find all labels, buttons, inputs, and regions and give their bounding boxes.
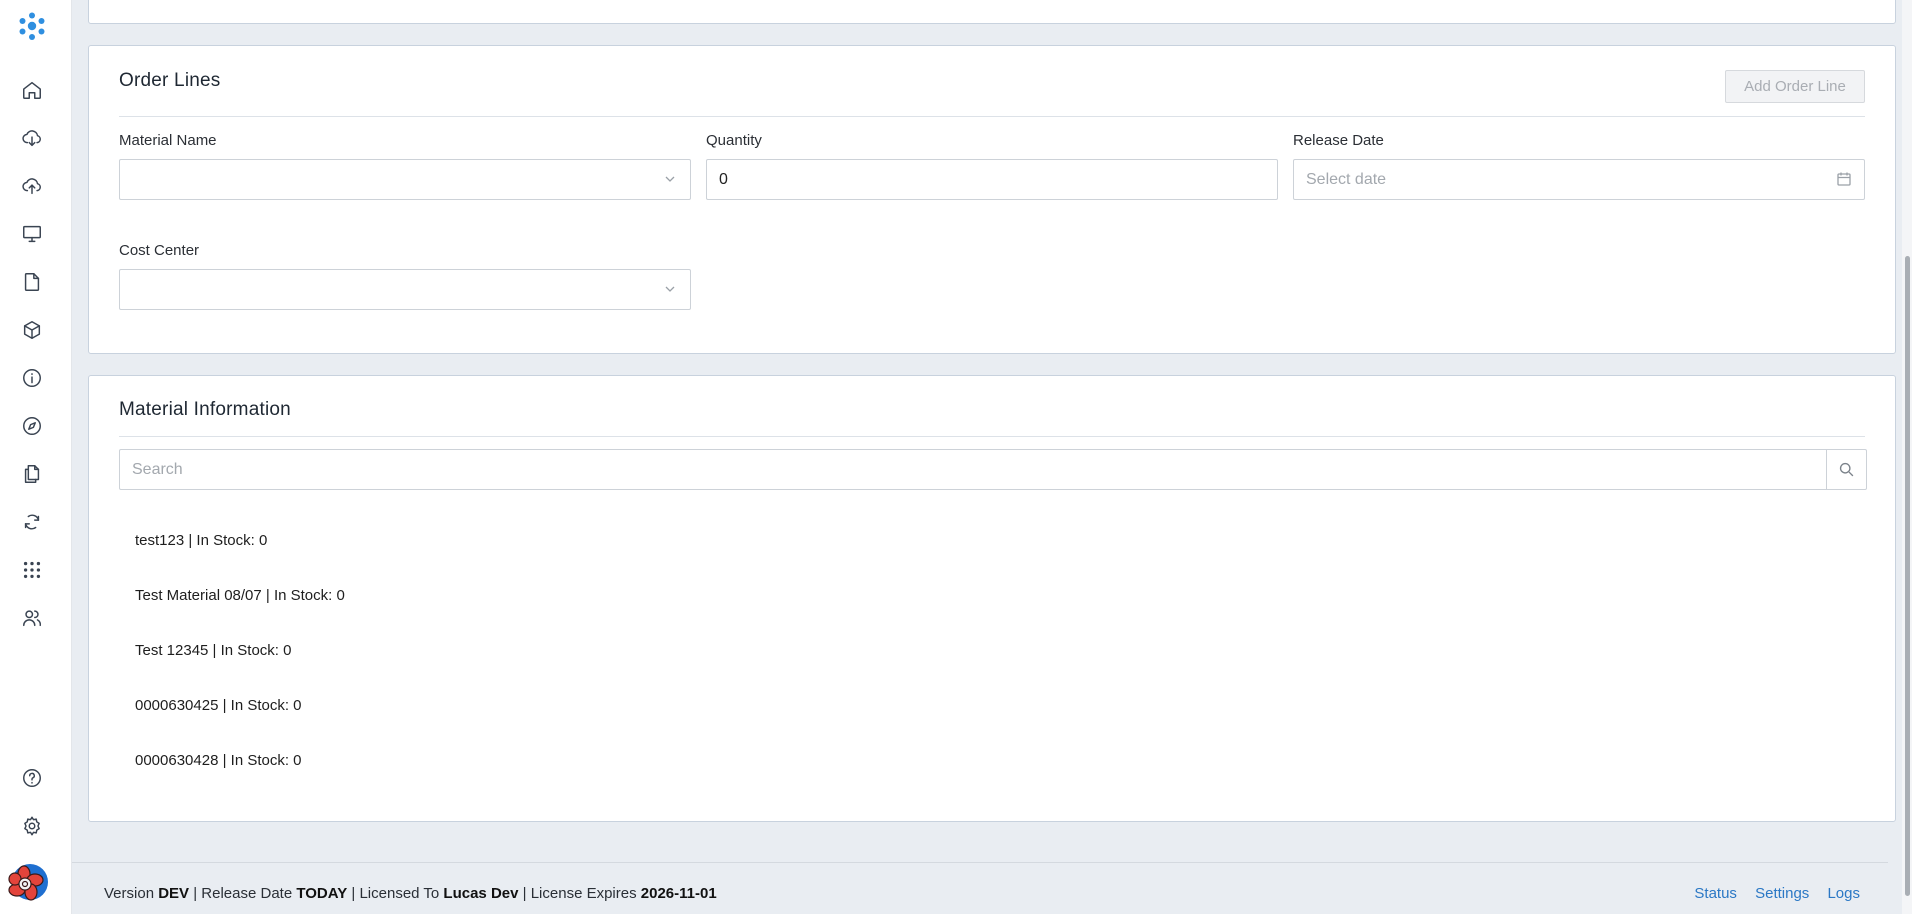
settings-link[interactable]: Settings <box>1755 885 1809 902</box>
licensed-to-label: Licensed To <box>359 885 440 902</box>
scrollbar-thumb[interactable] <box>1905 256 1910 896</box>
version-label: Version <box>104 885 155 902</box>
help-icon[interactable] <box>20 766 44 790</box>
page-scrollbar[interactable] <box>1902 0 1912 914</box>
version-value: DEV <box>158 885 190 902</box>
users-icon[interactable] <box>20 606 44 630</box>
release-date-placeholder: Select date <box>1306 170 1387 188</box>
material-information-title: Material Information <box>119 399 291 420</box>
settings-icon[interactable] <box>20 814 44 838</box>
chevron-down-icon <box>662 171 678 187</box>
order-lines-title: Order Lines <box>119 70 221 91</box>
calendar-icon <box>1836 171 1852 187</box>
license-expires-label: License Expires <box>530 885 637 902</box>
avatar[interactable] <box>4 860 52 908</box>
list-item[interactable]: Test 12345 | In Stock: 0 <box>135 642 292 659</box>
cloud-upload-icon[interactable] <box>20 174 44 198</box>
logs-link[interactable]: Logs <box>1827 885 1860 902</box>
app-logo-icon[interactable] <box>16 10 48 42</box>
cost-center-label: Cost Center <box>119 242 200 259</box>
cloud-download-icon[interactable] <box>20 126 44 150</box>
release-date-footer-label: Release Date <box>201 885 293 902</box>
quantity-label: Quantity <box>706 132 762 149</box>
material-search <box>119 449 1867 490</box>
footer: Version DEV | Release Date TODAY | Licen… <box>72 862 1888 914</box>
status-link[interactable]: Status <box>1694 885 1737 902</box>
add-order-line-button[interactable]: Add Order Line <box>1725 70 1865 103</box>
licensed-to-value: Lucas Dev <box>443 885 519 902</box>
search-input[interactable] <box>120 450 1826 489</box>
footer-info: Version DEV | Release Date TODAY | Licen… <box>104 885 717 902</box>
file-icon[interactable] <box>20 270 44 294</box>
quantity-input[interactable]: 0 <box>706 159 1278 200</box>
material-information-divider <box>119 436 1865 437</box>
list-item[interactable]: Test Material 08/07 | In Stock: 0 <box>135 587 345 604</box>
apps-grid-icon[interactable] <box>20 558 44 582</box>
compass-icon[interactable] <box>20 414 44 438</box>
sync-icon[interactable] <box>20 510 44 534</box>
release-date-footer-value: TODAY <box>296 885 348 902</box>
previous-section-card <box>88 0 1896 24</box>
info-icon[interactable] <box>20 366 44 390</box>
documents-icon[interactable] <box>20 462 44 486</box>
material-name-label: Material Name <box>119 132 217 149</box>
order-lines-divider <box>119 116 1865 117</box>
cube-icon[interactable] <box>20 318 44 342</box>
release-date-picker[interactable]: Select date <box>1293 159 1865 200</box>
monitor-icon[interactable] <box>20 222 44 246</box>
license-expires-value: 2026-11-01 <box>640 885 717 902</box>
list-item[interactable]: 0000630428 | In Stock: 0 <box>135 752 302 769</box>
search-icon <box>1839 462 1854 477</box>
order-lines-card: Order Lines Add Order Line Material Name… <box>88 45 1896 354</box>
list-item[interactable]: test123 | In Stock: 0 <box>135 532 267 549</box>
search-button[interactable] <box>1826 450 1866 489</box>
sidebar <box>0 0 72 914</box>
quantity-value: 0 <box>719 170 728 188</box>
cost-center-select[interactable] <box>119 269 691 310</box>
footer-links: Status Settings Logs <box>1680 885 1860 902</box>
material-name-select[interactable] <box>119 159 691 200</box>
material-information-card: Material Information test123 | In Stock:… <box>88 375 1896 822</box>
home-icon[interactable] <box>20 78 44 102</box>
release-date-label: Release Date <box>1293 132 1384 149</box>
chevron-down-icon <box>662 281 678 297</box>
list-item[interactable]: 0000630425 | In Stock: 0 <box>135 697 302 714</box>
